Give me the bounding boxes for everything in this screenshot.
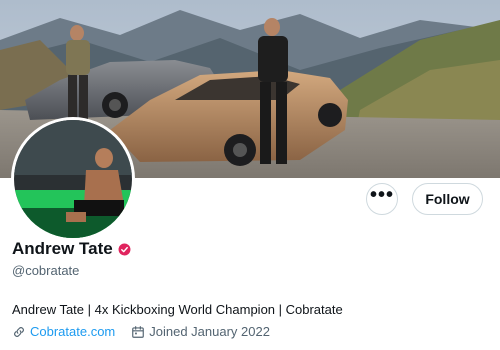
avatar-image [14,120,132,238]
link-icon [14,326,24,337]
profile-name-row: Andrew Tate [12,239,131,259]
follow-button[interactable]: Follow [412,183,483,215]
more-icon: ••• [369,184,394,206]
profile-website-link[interactable]: Cobratate.com [30,324,115,339]
profile-meta: Cobratate.com Joined January 2022 [12,324,270,339]
avatar[interactable] [14,120,132,238]
profile-joined-date: Joined January 2022 [149,324,270,339]
profile-bio: Andrew Tate | 4x Kickboxing World Champi… [12,302,343,317]
profile-name: Andrew Tate [12,239,113,258]
verified-badge-icon[interactable] [118,243,131,256]
calendar-icon [132,325,145,338]
more-options-button[interactable]: ••• [366,183,398,215]
profile-handle: @cobratate [12,263,80,278]
avatar-container[interactable] [11,117,135,241]
